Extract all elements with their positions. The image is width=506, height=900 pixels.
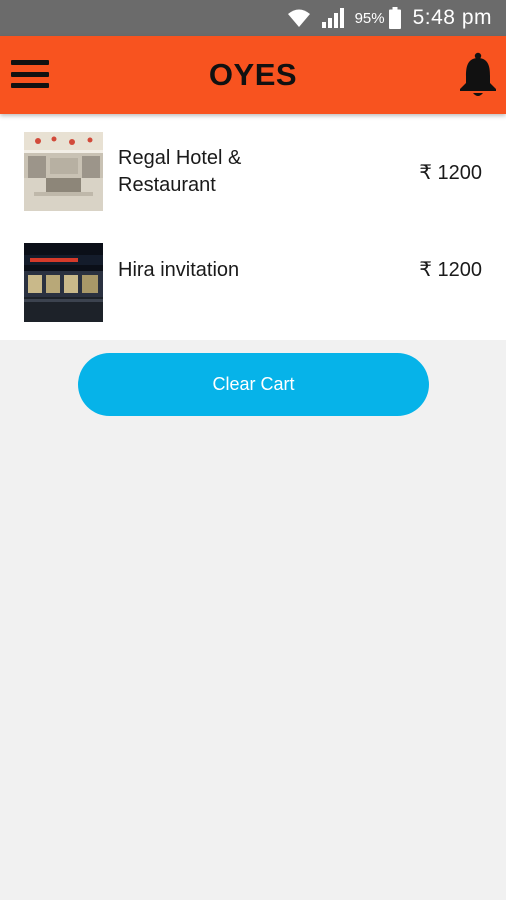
menu-icon[interactable] bbox=[10, 57, 50, 91]
status-time: 5:48 pm bbox=[412, 6, 492, 29]
list-item[interactable]: Hira invitation ₹ 1200 bbox=[0, 226, 506, 338]
cart-item-name: Hira invitation bbox=[118, 259, 240, 281]
battery-percent: 95% bbox=[354, 9, 385, 27]
clear-cart-button[interactable]: Clear Cart bbox=[78, 353, 429, 416]
cart-item-name: Regal Hotel & Restaurant bbox=[118, 147, 242, 196]
wifi-icon bbox=[287, 7, 311, 29]
list-item[interactable]: Regal Hotel & Restaurant ₹ 1200 bbox=[0, 114, 506, 226]
status-bar: 95% 5:48 pm bbox=[0, 0, 506, 36]
app-bar: OYES bbox=[0, 36, 506, 114]
signal-icon bbox=[321, 7, 345, 29]
restaurant-night-thumbnail bbox=[24, 243, 103, 322]
battery-icon bbox=[388, 7, 401, 29]
cart-item-price: ₹ 1200 bbox=[419, 162, 482, 184]
cart-list: Regal Hotel & Restaurant ₹ 1200 Hira inv… bbox=[0, 114, 506, 340]
bell-icon[interactable] bbox=[458, 52, 498, 98]
cart-item-price: ₹ 1200 bbox=[419, 259, 482, 281]
app-title: OYES bbox=[208, 57, 298, 92]
hotel-interior-thumbnail bbox=[24, 132, 103, 211]
